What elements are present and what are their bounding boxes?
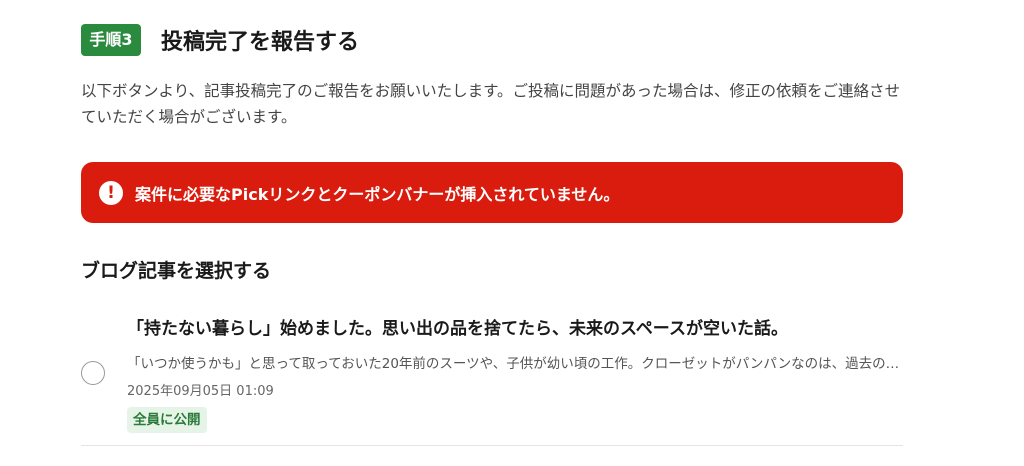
article-radio-button[interactable] [81, 361, 105, 385]
step-title: 投稿完了を報告する [161, 30, 360, 55]
description-text: 以下ボタンより、記事投稿完了のご報告をお願いいたします。ご投稿に問題があった場合… [81, 82, 901, 126]
error-message: 案件に必要なPickリンクとクーポンバナーが挿入されていません。 [135, 184, 620, 204]
exclamation-icon: ! [99, 180, 123, 205]
error-banner: ! 案件に必要なPickリンクとクーポンバナーが挿入されていません。 [81, 162, 903, 223]
visibility-badge: 全員に公開 [127, 407, 207, 433]
article-list-item[interactable]: 「持たない暮らし」始めました。思い出の品を捨てたら、未来のスペースが空いた話。 … [81, 306, 903, 446]
step-header: 手順3 投稿完了を報告する [81, 24, 359, 56]
article-excerpt: 「いつか使うかも」と思って取っておいた20年前のスーツや、子供が幼い頃の工作。ク… [127, 356, 900, 372]
article-date: 2025年09月05日 01:09 [127, 384, 274, 399]
step-badge: 手順3 [81, 24, 141, 56]
article-title: 「持たない暮らし」始めました。思い出の品を捨てたら、未来のスペースが空いた話。 [127, 319, 788, 339]
section-title: ブログ記事を選択する [81, 260, 272, 282]
